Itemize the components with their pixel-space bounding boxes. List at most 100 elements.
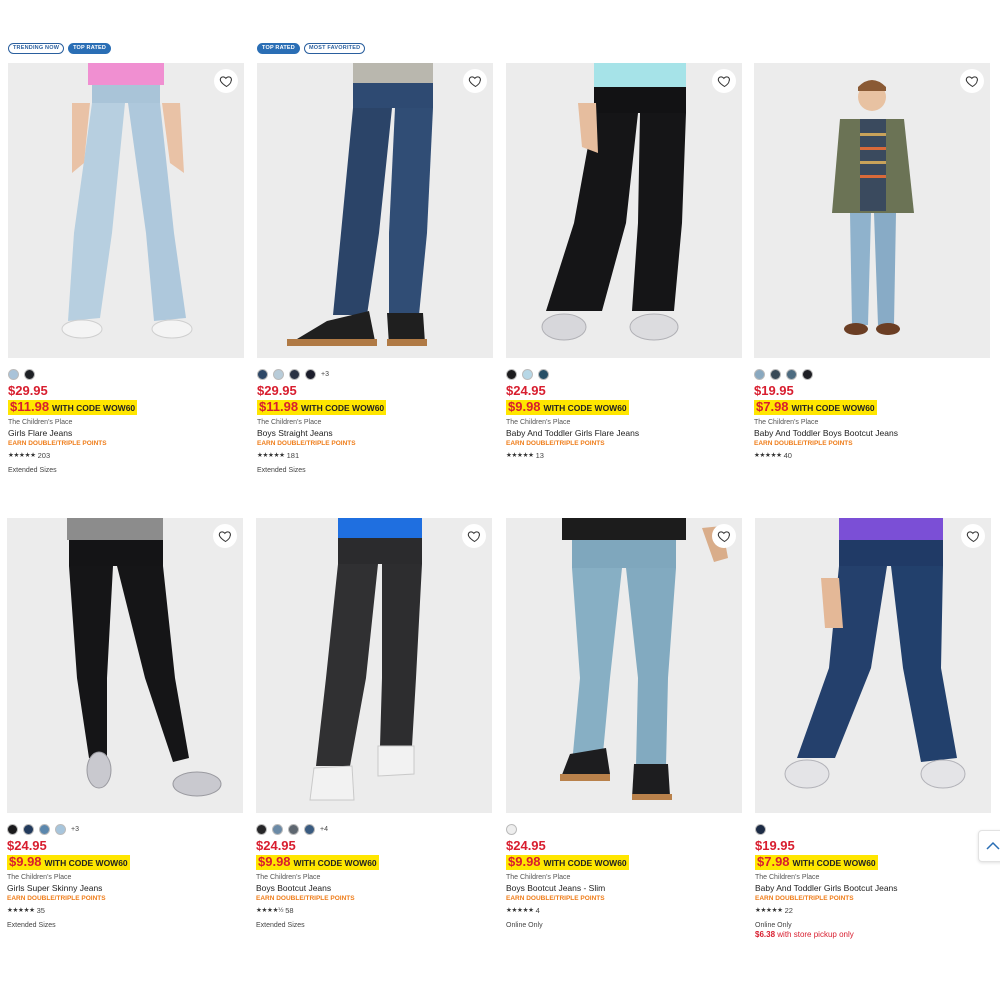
promo-code: WITH CODE WOW60 [52, 403, 136, 413]
color-swatch[interactable] [538, 368, 549, 380]
rating[interactable]: ★★★★½ 58 [256, 906, 492, 916]
points-promo: EARN DOUBLE/TRIPLE POINTS [755, 895, 854, 902]
product-image[interactable] [8, 63, 244, 358]
product-name-link[interactable]: Girls Super Skinny Jeans [7, 883, 243, 894]
badge-most-favorited: MOST FAVORITED [303, 43, 366, 54]
color-swatch[interactable] [272, 823, 283, 835]
star-rating-icon: ★★★★★ [7, 907, 35, 914]
color-swatch[interactable] [802, 368, 813, 380]
color-swatch[interactable] [754, 368, 765, 380]
promo-price: $9.98 [508, 399, 541, 414]
rating[interactable]: ★★★★★ 22 [755, 906, 991, 916]
points-promo: EARN DOUBLE/TRIPLE POINTS [7, 895, 106, 902]
product-image[interactable] [256, 518, 492, 813]
product-card[interactable]: TOP RATED MOST FAVORITED +3 $29.95 $11.9… [257, 43, 493, 475]
color-swatch[interactable] [55, 823, 66, 835]
chevron-up-icon [986, 841, 1000, 850]
product-image[interactable] [755, 518, 991, 813]
product-card[interactable]: TRENDING NOW TOP RATED $29.95 $11.98 WIT… [8, 43, 244, 475]
product-name-link[interactable]: Baby And Toddler Girls Bootcut Jeans [755, 883, 991, 894]
product-name-link[interactable]: Baby And Toddler Girls Flare Jeans [506, 428, 742, 439]
color-swatch[interactable] [7, 823, 18, 835]
favorite-heart-icon[interactable] [214, 69, 238, 93]
color-swatch[interactable] [304, 823, 315, 835]
promo-code: WITH CODE WOW60 [791, 403, 875, 413]
promo-code: WITH CODE WOW60 [543, 858, 627, 868]
product-photo [7, 518, 243, 813]
promo-offer: $7.98 WITH CODE WOW60 [755, 855, 878, 870]
points-promo: EARN DOUBLE/TRIPLE POINTS [754, 440, 853, 447]
color-swatch[interactable] [506, 823, 517, 835]
color-swatch[interactable] [305, 368, 316, 380]
favorite-heart-icon[interactable] [961, 524, 985, 548]
color-swatch[interactable] [522, 368, 533, 380]
product-card[interactable]: +3 $24.95 $9.98 WITH CODE WOW60 The Chil… [7, 518, 243, 930]
promo-offer: $11.98 WITH CODE WOW60 [257, 400, 387, 415]
more-colors-link[interactable]: +3 [71, 826, 79, 833]
review-count: 40 [783, 451, 792, 460]
color-swatches [755, 823, 991, 835]
product-price: $29.95 [8, 383, 48, 398]
product-brand: The Children's Place [7, 874, 72, 881]
points-promo: EARN DOUBLE/TRIPLE POINTS [506, 440, 605, 447]
favorite-heart-icon[interactable] [960, 69, 984, 93]
promo-price: $7.98 [757, 854, 790, 869]
promo-price: $9.98 [258, 854, 291, 869]
product-image[interactable] [506, 518, 742, 813]
color-swatches: +4 [256, 823, 492, 835]
rating[interactable]: ★★★★★ 203 [8, 451, 244, 461]
rating[interactable]: ★★★★★ 13 [506, 451, 742, 461]
more-colors-link[interactable]: +4 [320, 826, 328, 833]
badge-group: TOP RATED MOST FAVORITED [257, 43, 366, 55]
favorite-heart-icon[interactable] [712, 524, 736, 548]
rating[interactable]: ★★★★★ 181 [257, 451, 493, 461]
rating[interactable]: ★★★★★ 40 [754, 451, 990, 461]
color-swatch[interactable] [8, 368, 19, 380]
color-swatch[interactable] [755, 823, 766, 835]
color-swatch[interactable] [770, 368, 781, 380]
color-swatch[interactable] [257, 368, 268, 380]
rating[interactable]: ★★★★★ 35 [7, 906, 243, 916]
rating[interactable]: ★★★★★ 4 [506, 906, 742, 916]
color-swatches: +3 [257, 368, 493, 380]
color-swatch[interactable] [506, 368, 517, 380]
favorite-heart-icon[interactable] [213, 524, 237, 548]
review-count: 203 [37, 451, 51, 460]
product-card[interactable]: $24.95 $9.98 WITH CODE WOW60 The Childre… [506, 518, 742, 930]
promo-code: WITH CODE WOW60 [543, 403, 627, 413]
product-image[interactable] [506, 63, 742, 358]
product-image[interactable] [257, 63, 493, 358]
promo-code: WITH CODE WOW60 [792, 858, 876, 868]
color-swatch[interactable] [256, 823, 267, 835]
product-card[interactable]: $19.95 $7.98 WITH CODE WOW60 The Childre… [754, 63, 990, 461]
color-swatches [506, 823, 742, 835]
more-colors-link[interactable]: +3 [321, 371, 329, 378]
product-name-link[interactable]: Boys Bootcut Jeans - Slim [506, 883, 742, 894]
product-name-link[interactable]: Girls Flare Jeans [8, 428, 244, 439]
color-swatch[interactable] [289, 368, 300, 380]
product-name-link[interactable]: Boys Straight Jeans [257, 428, 493, 439]
favorite-heart-icon[interactable] [463, 69, 487, 93]
product-card[interactable]: $24.95 $9.98 WITH CODE WOW60 The Childre… [506, 63, 742, 461]
color-swatch[interactable] [288, 823, 299, 835]
color-swatch[interactable] [24, 368, 35, 380]
scroll-to-top-button[interactable] [978, 830, 1000, 862]
favorite-heart-icon[interactable] [712, 69, 736, 93]
size-note: Extended Sizes [256, 922, 305, 929]
product-image[interactable] [7, 518, 243, 813]
color-swatch[interactable] [786, 368, 797, 380]
product-name-link[interactable]: Baby And Toddler Boys Bootcut Jeans [754, 428, 990, 439]
product-name-link[interactable]: Boys Bootcut Jeans [256, 883, 492, 894]
product-image[interactable] [754, 63, 990, 358]
color-swatches [506, 368, 742, 380]
promo-offer: $9.98 WITH CODE WOW60 [506, 400, 629, 415]
product-card[interactable]: +4 $24.95 $9.98 WITH CODE WOW60 The Chil… [256, 518, 492, 930]
availability-note: Online Only [506, 922, 543, 929]
favorite-heart-icon[interactable] [462, 524, 486, 548]
color-swatch[interactable] [39, 823, 50, 835]
color-swatch[interactable] [23, 823, 34, 835]
product-price: $19.95 [755, 838, 795, 853]
star-rating-icon: ★★★★★ [506, 907, 534, 914]
product-card[interactable]: $19.95 $7.98 WITH CODE WOW60 The Childre… [755, 518, 991, 940]
color-swatch[interactable] [273, 368, 284, 380]
